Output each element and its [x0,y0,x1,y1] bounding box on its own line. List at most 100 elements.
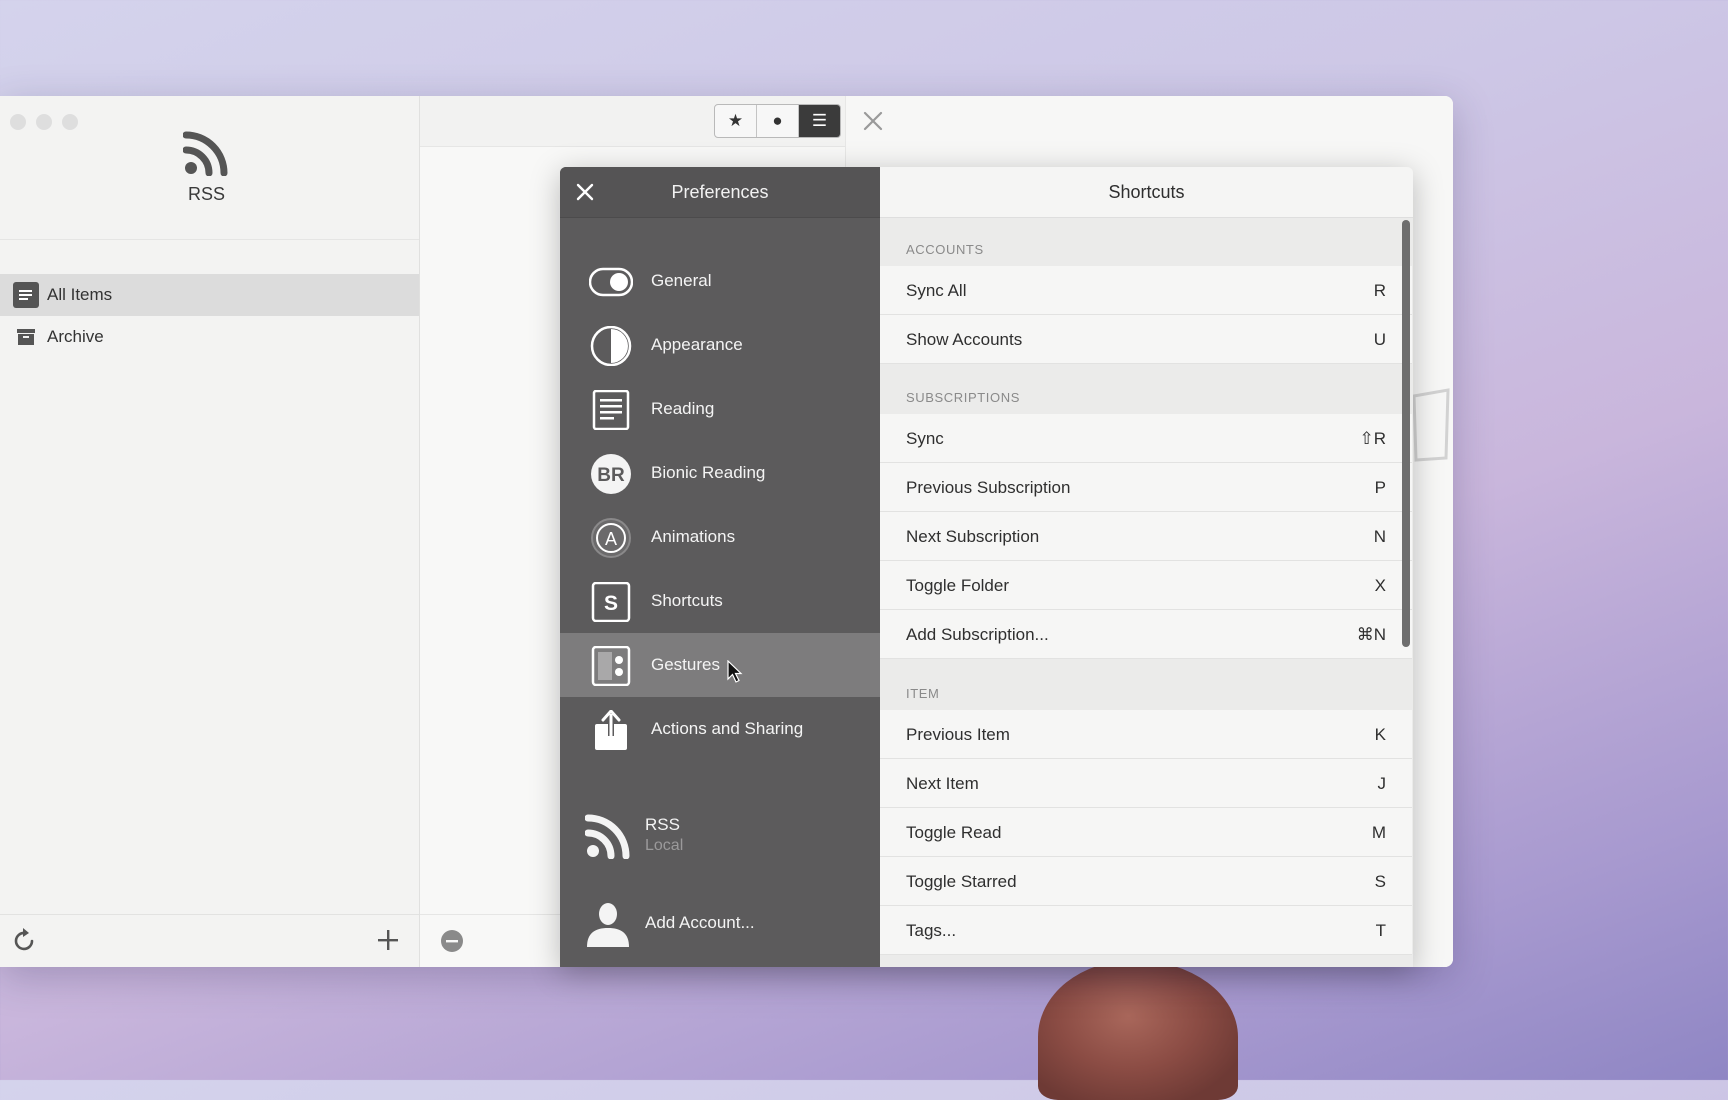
minimize-window-button[interactable] [36,114,52,130]
shortcut-row[interactable]: Add Subscription... ⌘N [880,610,1412,659]
refresh-icon[interactable] [13,927,37,953]
prefs-item-general[interactable]: General [560,249,880,313]
shortcut-label: Tags... [906,921,957,940]
section-header: SUBSCRIPTIONS [906,390,1020,405]
preferences-title: Preferences [671,182,769,202]
window-controls [10,114,78,130]
shortcut-row[interactable]: Sync ⇧R [880,414,1412,463]
account-name: RSS [645,815,680,834]
list-icon [13,282,39,308]
minus-circle-icon[interactable] [440,929,464,953]
shortcut-label: Sync [906,429,944,448]
document-icon [592,390,630,430]
shortcut-label: Add Subscription... [906,625,1049,644]
shortcuts-header: Shortcuts [880,167,1413,218]
shortcut-row[interactable]: Previous Item K [880,710,1412,759]
prefs-item-appearance[interactable]: Appearance [560,313,880,377]
shortcut-key: ⌘N [1356,625,1386,644]
shortcut-key: U [1373,330,1386,349]
br-badge-icon: BR [591,454,631,494]
sidebar-item-archive[interactable]: Archive [0,316,419,358]
sidebar-toolbar [0,914,419,967]
prefs-item-label: Gestures [651,655,720,674]
unread-filter-segment[interactable]: ● [757,105,799,137]
shortcuts-scrollbar[interactable] [1402,220,1410,647]
prefs-item-gestures[interactable]: Gestures [560,633,880,697]
shortcut-key: N [1373,527,1386,546]
shortcut-row[interactable]: Toggle Starred S [880,857,1412,906]
section-header: ITEM [906,686,940,701]
shortcut-key: K [1374,725,1386,744]
list-toolbar: ★ ● ☰ [420,96,845,147]
all-filter-segment[interactable]: ☰ [799,105,840,137]
person-icon [587,903,629,947]
shortcut-row[interactable]: Tags... T [880,906,1412,955]
shortcut-row[interactable]: Previous Subscription P [880,463,1412,512]
divider [0,239,419,240]
mouse-cursor-icon [727,660,743,683]
shortcut-label: Previous Item [906,725,1010,744]
filter-segmented-control[interactable]: ★ ● ☰ [714,104,841,138]
account-type: Local [645,837,684,854]
plus-icon[interactable] [376,928,400,952]
prefs-item-bionic-reading[interactable]: BR Bionic Reading [560,441,880,505]
close-icon[interactable] [862,110,884,132]
shortcut-row[interactable]: Next Subscription N [880,512,1412,561]
sidebar-item-all-items[interactable]: All Items [0,274,419,316]
shortcut-row[interactable]: Sync All R [880,266,1412,315]
shortcut-key: T [1375,921,1386,940]
prefs-item-actions-and-sharing[interactable]: Actions and Sharing [560,697,880,761]
shortcut-label: Previous Subscription [906,478,1071,497]
s-square-icon: S [591,582,631,622]
archive-box-icon [17,329,35,345]
toggle-icon [589,267,633,297]
shortcut-label: Next Subscription [906,527,1040,546]
close-window-button[interactable] [10,114,26,130]
sidebar: RSS All Items Archive [0,96,420,967]
shortcut-label: Sync All [906,281,967,300]
prefs-item-label: Appearance [651,335,743,354]
prefs-item-label: General [651,271,712,290]
shortcut-key: M [1371,823,1386,842]
gestures-icon [591,646,631,686]
prefs-item-shortcuts[interactable]: S Shortcuts [560,569,880,633]
preferences-sidebar: Preferences General Appearance Reading B… [560,167,880,967]
shortcut-key: ⇧R [1359,429,1386,448]
zoom-window-button[interactable] [62,114,78,130]
app-name: RSS [187,184,225,204]
rss-logo-icon [183,131,228,176]
shortcut-key: X [1374,576,1386,595]
svg-text:BR: BR [597,465,625,486]
prefs-item-label: Actions and Sharing [651,719,804,738]
shortcut-key: P [1374,478,1386,497]
add-account-label: Add Account... [645,913,755,932]
shortcut-label: Toggle Read [906,823,1002,842]
shortcut-row[interactable]: Toggle Folder X [880,561,1412,610]
shortcut-row[interactable]: Show Accounts U [880,315,1412,364]
shortcuts-title: Shortcuts [1108,182,1185,202]
shortcut-row[interactable]: Toggle Read M [880,808,1412,857]
prefs-item-label: Shortcuts [651,591,723,610]
a-circle-icon: A [591,518,631,558]
prefs-item-label: Reading [651,399,715,418]
shortcut-label: Toggle Starred [906,872,1017,891]
starred-filter-segment[interactable]: ★ [715,105,757,137]
shortcuts-pane: Shortcuts ACCOUNTS Sync All R Show Accou… [880,167,1413,967]
empty-state-icon [1412,388,1450,462]
prefs-item-reading[interactable]: Reading [560,377,880,441]
shortcut-label: Toggle Folder [906,576,1010,595]
prefs-item-label: Animations [651,527,736,546]
section-header: ACCOUNTS [906,242,984,257]
shortcut-key: R [1373,281,1386,300]
desktop-rock [1038,960,1238,1100]
add-account-button[interactable]: Add Account... [560,895,880,955]
prefs-item-animations[interactable]: A Animations [560,505,880,569]
account-item-rss[interactable]: RSS Local [560,807,880,867]
sidebar-item-label: All Items [47,285,113,304]
preferences-panel: Preferences General Appearance Reading B… [560,167,1413,967]
shortcut-row[interactable]: Next Item J [880,759,1412,808]
shortcut-label: Next Item [906,774,979,793]
svg-text:S: S [604,592,618,615]
rss-icon [585,814,630,859]
shortcut-key: S [1374,872,1386,891]
